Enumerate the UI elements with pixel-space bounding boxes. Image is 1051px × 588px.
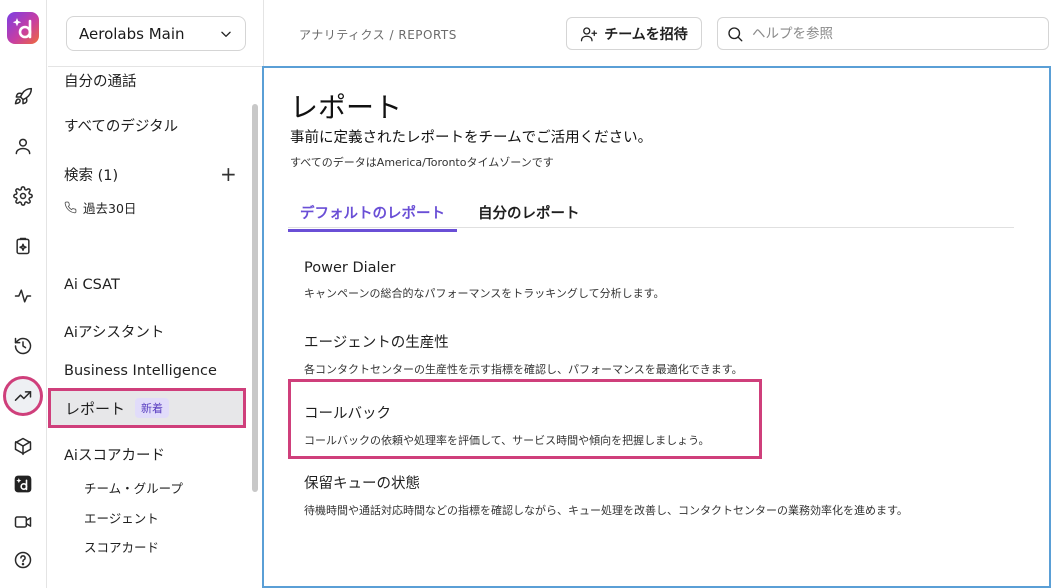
- report-name: エージェントの生産性: [304, 335, 449, 351]
- sidebar-item-my-calls[interactable]: 自分の通話: [64, 70, 137, 91]
- phone-icon: [64, 201, 77, 214]
- sidebar-item-ai-scorecard[interactable]: Aiスコアカード: [64, 444, 165, 465]
- sidebar-item-business-intelligence[interactable]: Business Intelligence: [64, 363, 217, 379]
- report-tabs: デフォルトのレポート 自分のレポート: [288, 194, 1014, 232]
- new-badge: 新着: [135, 398, 170, 418]
- report-description: コールバックの依頼や処理率を評価して、サービス時間や傾向を把握しましょう。: [304, 434, 710, 447]
- sidebar-item-reports[interactable]: レポート 新着: [48, 388, 246, 428]
- workspace-select[interactable]: Aerolabs Main: [66, 16, 246, 51]
- sidebar-subitem-scorecard[interactable]: スコアカード: [84, 537, 159, 556]
- workspace-name: Aerolabs Main: [79, 24, 185, 43]
- app-logo[interactable]: [7, 12, 39, 44]
- search-icon: [728, 26, 743, 41]
- add-search-button[interactable]: +: [220, 164, 237, 184]
- timezone-note: すべてのデータはAmerica/Torontoタイムゾーンです: [290, 156, 554, 169]
- report-item-agent-productivity[interactable]: エージェントの生産性 各コンタクトセンターの生産性を示す指標を確認し、パフォーマ…: [304, 331, 1004, 377]
- cube-icon[interactable]: [9, 432, 37, 460]
- sidebar-item-all-digital[interactable]: すべてのデジタル: [64, 115, 178, 136]
- activity-icon[interactable]: [9, 282, 37, 310]
- top-bar: アナリティクス / REPORTS チームを招待: [265, 0, 1051, 66]
- rocket-icon[interactable]: [9, 83, 37, 111]
- icon-rail: [0, 0, 47, 588]
- report-name: コールバック: [304, 406, 391, 422]
- reports-panel: レポート 事前に定義されたレポートをチームでご活用ください。 すべてのデータはA…: [262, 66, 1051, 588]
- invite-team-button[interactable]: チームを招待: [566, 17, 702, 50]
- sidebar-subitem-team-group[interactable]: チーム・グループ: [84, 478, 183, 497]
- clipboard-sparkle-icon[interactable]: [9, 232, 37, 260]
- report-name: 保留キューの状態: [304, 476, 420, 492]
- tab-my-reports[interactable]: 自分のレポート: [478, 202, 580, 223]
- sidebar-scrollbar[interactable]: [252, 104, 258, 492]
- report-item-power-dialer[interactable]: Power Dialer キャンペーンの総合的なパフォーマンスをトラッキングして…: [304, 260, 1004, 301]
- report-item-callback[interactable]: コールバック コールバックの依頼や処理率を評価して、サービス時間や傾向を把握しま…: [304, 402, 1004, 448]
- page-title: レポート: [290, 91, 403, 124]
- sidebar-item-ai-assistant[interactable]: Aiアシスタント: [64, 321, 164, 342]
- user-icon[interactable]: [9, 132, 37, 160]
- help-search[interactable]: [717, 17, 1049, 50]
- sidebar-divider: [48, 66, 264, 67]
- app-logo-icon[interactable]: [9, 470, 37, 498]
- saved-search-label: 過去30日: [83, 201, 137, 216]
- video-icon[interactable]: [9, 508, 37, 536]
- report-description: キャンペーンの総合的なパフォーマンスをトラッキングして分析します。: [304, 287, 665, 300]
- sidebar-item-search[interactable]: 検索 (1): [64, 164, 118, 185]
- invite-team-label: チームを招待: [604, 26, 688, 43]
- saved-search-last-30-days[interactable]: 過去30日: [64, 198, 136, 217]
- user-plus-icon: [581, 26, 598, 41]
- sidebar-item-reports-label: レポート: [65, 399, 126, 418]
- analytics-sidebar: Aerolabs Main 自分の通話 すべてのデジタル 検索 (1) + 過去…: [48, 0, 264, 588]
- app-logo-icon: [12, 18, 32, 39]
- help-search-input[interactable]: [752, 25, 1032, 42]
- sidebar-subitem-agent[interactable]: エージェント: [84, 508, 159, 527]
- report-name: Power Dialer: [304, 260, 396, 276]
- report-description: 待機時間や通話対応時間などの指標を確認しながら、キュー処理を改善し、コンタクトセ…: [304, 504, 908, 517]
- trending-up-icon[interactable]: [9, 382, 37, 410]
- report-description: 各コンタクトセンターの生産性を示す指標を確認し、パフォーマンスを最適化できます。: [304, 363, 743, 376]
- page-subtitle: 事前に定義されたレポートをチームでご活用ください。: [290, 130, 653, 146]
- breadcrumb: アナリティクス / REPORTS: [299, 28, 457, 42]
- sidebar-item-ai-csat[interactable]: Ai CSAT: [64, 277, 120, 293]
- history-icon[interactable]: [9, 332, 37, 360]
- help-icon[interactable]: [9, 546, 37, 574]
- chevron-down-icon: [221, 31, 231, 37]
- tab-default-reports[interactable]: デフォルトのレポート: [288, 202, 457, 232]
- gear-icon[interactable]: [9, 182, 37, 210]
- report-item-queue-status[interactable]: 保留キューの状態 待機時間や通話対応時間などの指標を確認しながら、キュー処理を改…: [304, 472, 1004, 518]
